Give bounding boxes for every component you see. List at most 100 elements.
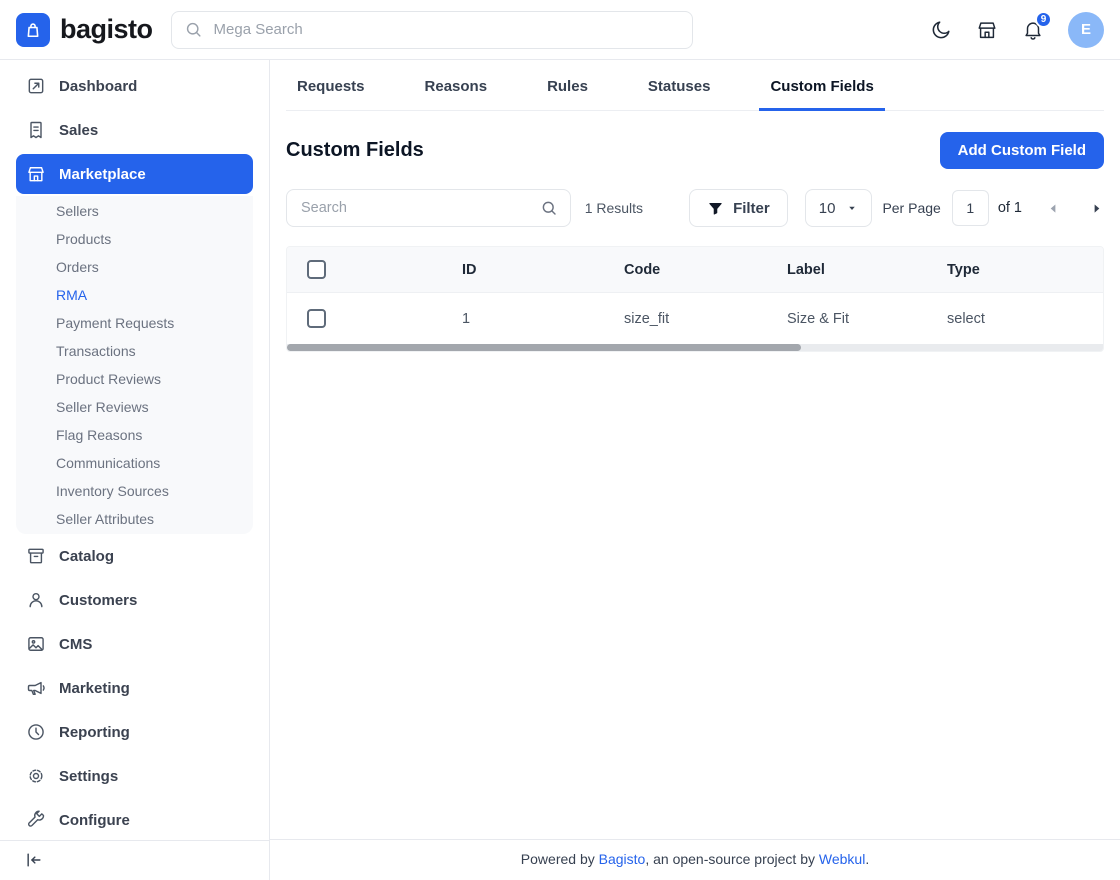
notifications-button[interactable]: 9	[1022, 19, 1044, 41]
sidebar: Dashboard Sales Marketplace Sellers Prod…	[0, 60, 270, 880]
sidebar-item-catalog[interactable]: Catalog	[0, 534, 269, 578]
sidebar-item-marketing[interactable]: Marketing	[0, 666, 269, 710]
sidebar-item-label: CMS	[59, 636, 92, 653]
sidebar-item-reporting[interactable]: Reporting	[0, 710, 269, 754]
row-checkbox[interactable]	[307, 309, 326, 328]
sidebar-item-label: Marketplace	[59, 166, 146, 183]
table-header-row: ID Code Label Type	[287, 247, 1103, 293]
results-count: 1 Results	[585, 200, 643, 216]
marketplace-submenu: Sellers Products Orders RMA Payment Requ…	[16, 196, 253, 534]
footer-middle: , an open-source project by	[645, 851, 819, 867]
sidebar-item-sales[interactable]: Sales	[0, 108, 269, 152]
previous-page-button[interactable]	[1046, 201, 1061, 216]
tab-statuses[interactable]: Statuses	[637, 60, 722, 111]
topbar-actions: 9 E	[930, 12, 1104, 48]
next-page-button[interactable]	[1089, 201, 1104, 216]
footer: Powered by Bagisto, an open-source proje…	[270, 839, 1120, 880]
sidebar-item-label: Settings	[59, 768, 118, 785]
dark-mode-toggle[interactable]	[930, 19, 952, 41]
sidebar-item-dashboard[interactable]: Dashboard	[0, 64, 269, 108]
cell-code: size_fit	[624, 311, 787, 327]
sidebar-item-label: Marketing	[59, 680, 130, 697]
sidebar-subitem-seller-attributes[interactable]: Seller Attributes	[16, 505, 253, 533]
sidebar-collapse-button[interactable]	[24, 850, 44, 870]
select-all-checkbox[interactable]	[307, 260, 326, 279]
footer-suffix: .	[865, 851, 869, 867]
sidebar-subitem-sellers[interactable]: Sellers	[16, 197, 253, 225]
sidebar-subitem-seller-reviews[interactable]: Seller Reviews	[16, 393, 253, 421]
main-content: Requests Reasons Rules Statuses Custom F…	[270, 60, 1120, 880]
catalog-icon	[26, 546, 46, 566]
sidebar-subitem-inventory-sources[interactable]: Inventory Sources	[16, 477, 253, 505]
datagrid-search-input[interactable]	[299, 199, 532, 217]
sidebar-item-label: Configure	[59, 812, 130, 829]
tab-reasons[interactable]: Reasons	[414, 60, 499, 111]
add-custom-field-button[interactable]: Add Custom Field	[940, 132, 1104, 169]
customers-icon	[26, 590, 46, 610]
tab-custom-fields[interactable]: Custom Fields	[759, 60, 884, 111]
visit-store-button[interactable]	[976, 19, 998, 41]
title-row: Custom Fields Add Custom Field	[286, 111, 1104, 189]
datagrid-table: ID Code Label Type 1 size_fit Size & Fit…	[286, 246, 1104, 352]
marketing-icon	[26, 678, 46, 698]
column-header-label[interactable]: Label	[787, 262, 947, 278]
moon-icon	[930, 19, 952, 41]
sidebar-item-label: Catalog	[59, 548, 114, 565]
per-page-value: 10	[819, 200, 836, 217]
reporting-icon	[26, 722, 46, 742]
tab-rules[interactable]: Rules	[536, 60, 599, 111]
chevron-right-icon	[1089, 201, 1104, 216]
wrench-icon	[26, 810, 46, 830]
per-page-select[interactable]: 10	[805, 189, 873, 227]
sidebar-subitem-transactions[interactable]: Transactions	[16, 337, 253, 365]
total-pages-label: of 1	[998, 200, 1022, 216]
sidebar-subitem-products[interactable]: Products	[16, 225, 253, 253]
scrollbar-thumb[interactable]	[287, 344, 801, 351]
sidebar-subitem-payment-requests[interactable]: Payment Requests	[16, 309, 253, 337]
column-header-type[interactable]: Type	[947, 262, 1103, 278]
sidebar-subitem-rma[interactable]: RMA	[16, 281, 253, 309]
mega-search-input[interactable]	[212, 20, 680, 39]
filter-icon	[707, 200, 724, 217]
sidebar-item-customers[interactable]: Customers	[0, 578, 269, 622]
sidebar-item-label: Sales	[59, 122, 98, 139]
sidebar-item-marketplace[interactable]: Marketplace	[16, 154, 253, 194]
brand-name: bagisto	[60, 14, 153, 45]
page-number-input[interactable]	[952, 190, 989, 226]
marketplace-icon	[26, 164, 46, 184]
cell-type: select	[947, 311, 1103, 327]
sidebar-collapse-row	[0, 840, 269, 880]
cell-id: 1	[462, 311, 624, 327]
chevron-left-icon	[1046, 201, 1061, 216]
sidebar-item-cms[interactable]: CMS	[0, 622, 269, 666]
webkul-link[interactable]: Webkul	[819, 851, 865, 867]
column-header-code[interactable]: Code	[624, 262, 787, 278]
chevron-down-icon	[846, 202, 858, 214]
topbar: bagisto 9 E	[0, 0, 1120, 60]
gear-icon	[26, 766, 46, 786]
filter-label: Filter	[733, 200, 770, 217]
sidebar-subitem-communications[interactable]: Communications	[16, 449, 253, 477]
sidebar-item-configure[interactable]: Configure	[0, 798, 269, 840]
sidebar-item-settings[interactable]: Settings	[0, 754, 269, 798]
sidebar-subitem-flag-reasons[interactable]: Flag Reasons	[16, 421, 253, 449]
sidebar-item-label: Dashboard	[59, 78, 137, 95]
datagrid-search	[286, 189, 571, 227]
sidebar-subitem-orders[interactable]: Orders	[16, 253, 253, 281]
bagisto-logo-icon	[16, 13, 50, 47]
tab-requests[interactable]: Requests	[286, 60, 376, 111]
page-title: Custom Fields	[286, 139, 424, 162]
dashboard-icon	[26, 76, 46, 96]
bagisto-link[interactable]: Bagisto	[599, 851, 646, 867]
table-row[interactable]: 1 size_fit Size & Fit select	[287, 293, 1103, 344]
store-icon	[976, 19, 998, 41]
sidebar-subitem-product-reviews[interactable]: Product Reviews	[16, 365, 253, 393]
brand-logo[interactable]: bagisto	[16, 13, 153, 47]
column-header-id[interactable]: ID	[462, 262, 624, 278]
filter-button[interactable]: Filter	[689, 189, 788, 227]
per-page-label: Per Page	[882, 200, 940, 216]
search-icon	[184, 20, 203, 39]
horizontal-scrollbar[interactable]	[287, 344, 1103, 351]
avatar[interactable]: E	[1068, 12, 1104, 48]
footer-prefix: Powered by	[521, 851, 599, 867]
